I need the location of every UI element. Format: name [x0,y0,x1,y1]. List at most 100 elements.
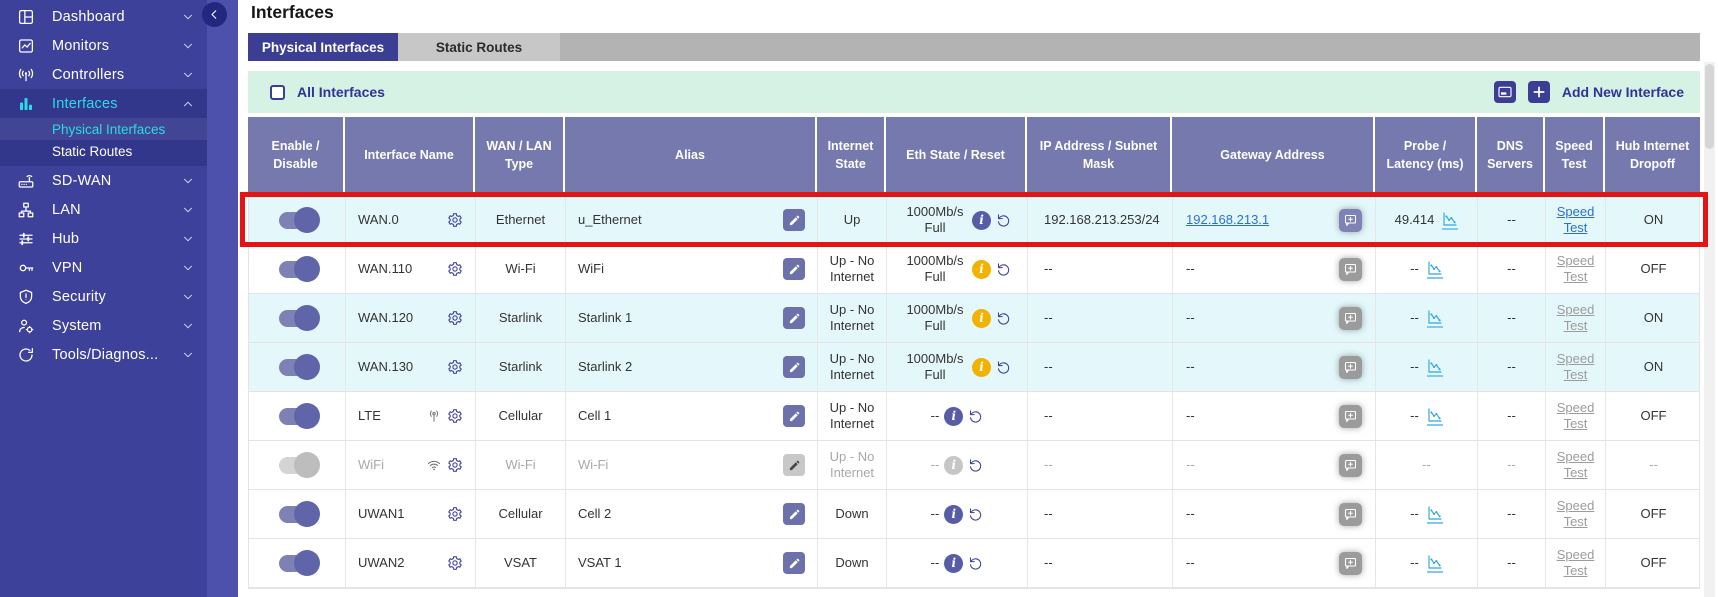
speed-test-link[interactable]: Speed Test [1552,302,1599,335]
gear-icon[interactable] [447,212,463,228]
dashboard-icon [14,8,38,26]
sidebar-item-controllers[interactable]: Controllers [0,60,207,89]
plus-icon[interactable] [1528,81,1550,103]
enable-toggle[interactable] [279,212,316,229]
reset-icon[interactable] [968,458,983,473]
scrollbar-thumb[interactable] [1705,64,1714,149]
interface-name: WAN.0 [358,212,399,228]
reset-icon[interactable] [996,311,1011,326]
ping-tool-icon[interactable] [1339,209,1362,232]
internet-state: Up - No Internet [818,441,887,489]
edit-icon[interactable] [783,307,805,329]
info-icon[interactable]: i [972,211,991,230]
add-new-interface-button[interactable]: Add New Interface [1562,84,1684,100]
hub-internet-dropoff: OFF [1606,539,1701,587]
latency-value: -- [1410,310,1419,326]
reset-icon[interactable] [968,507,983,522]
edit-icon[interactable] [783,356,805,378]
ip-address: -- [1028,539,1173,587]
dns-servers: -- [1478,196,1546,244]
info-icon[interactable]: i [944,505,963,524]
info-icon[interactable]: i [944,456,963,475]
edit-icon[interactable] [783,405,805,427]
sidebar-item-monitors[interactable]: Monitors [0,31,207,60]
edit-icon[interactable] [783,258,805,280]
tab-static-routes[interactable]: Static Routes [398,33,560,61]
interface-name: UWAN1 [358,506,404,522]
sidebar-item-system[interactable]: System [0,311,207,340]
sidebar-item-sd-wan[interactable]: SD-WAN [0,166,207,195]
speed-test-link[interactable]: Speed Test [1552,498,1599,531]
speed-test-link[interactable]: Speed Test [1552,204,1599,237]
all-interfaces-toggle: All Interfaces [270,84,385,100]
reset-icon[interactable] [996,262,1011,277]
window-view-icon[interactable] [1494,81,1516,103]
latency-chart-icon[interactable] [1442,211,1458,230]
sidebar-item-interfaces[interactable]: Interfaces [0,89,207,118]
latency-chart-icon[interactable] [1427,260,1443,279]
gear-icon[interactable] [447,310,463,326]
latency-chart-icon[interactable] [1427,554,1443,573]
info-icon[interactable]: i [944,554,963,573]
dns-servers: -- [1478,294,1546,342]
latency-chart-icon[interactable] [1427,358,1443,377]
gear-icon[interactable] [447,261,463,277]
sidebar-item-static-routes[interactable]: Static Routes [0,140,207,162]
warning-info-icon[interactable]: i [972,358,991,377]
speed-test-link[interactable]: Speed Test [1552,253,1599,286]
col-header-hub-dropoff: Hub Internet Dropoff [1605,117,1700,194]
sidebar-item-security[interactable]: Security [0,282,207,311]
reset-icon[interactable] [996,213,1011,228]
enable-toggle[interactable] [279,310,316,327]
reset-icon[interactable] [996,360,1011,375]
gear-icon[interactable] [447,408,463,424]
reset-icon[interactable] [968,556,983,571]
ping-tool-icon[interactable] [1339,552,1362,575]
gateway-link[interactable]: 192.168.213.1 [1186,212,1269,228]
latency-chart-icon[interactable] [1427,407,1443,426]
back-button[interactable] [202,2,227,27]
ping-tool-icon[interactable] [1339,307,1362,330]
hub-internet-dropoff: OFF [1606,245,1701,293]
enable-toggle[interactable] [279,555,316,572]
latency-chart-icon[interactable] [1427,309,1443,328]
enable-toggle[interactable] [279,408,316,425]
ping-tool-icon[interactable] [1339,258,1362,281]
edit-icon[interactable] [783,454,805,476]
warning-info-icon[interactable]: i [972,309,991,328]
enable-toggle[interactable] [279,457,316,474]
ping-tool-icon[interactable] [1339,503,1362,526]
reset-icon[interactable] [968,409,983,424]
speed-test-link[interactable]: Speed Test [1552,351,1599,384]
eth-state: 1000Mb/s Full [903,302,967,335]
edit-icon[interactable] [783,552,805,574]
ping-tool-icon[interactable] [1339,356,1362,379]
all-interfaces-checkbox[interactable] [270,85,285,100]
gear-icon[interactable] [447,506,463,522]
edit-icon[interactable] [783,503,805,525]
sidebar-item-vpn[interactable]: VPN [0,253,207,282]
enable-toggle[interactable] [279,506,316,523]
gear-icon[interactable] [447,555,463,571]
gear-icon[interactable] [447,457,463,473]
gear-icon[interactable] [447,359,463,375]
speed-test-link[interactable]: Speed Test [1552,449,1599,482]
ping-tool-icon[interactable] [1339,405,1362,428]
enable-toggle[interactable] [279,359,316,376]
enable-toggle[interactable] [279,261,316,278]
info-icon[interactable]: i [944,407,963,426]
sidebar-item-hub[interactable]: Hub [0,224,207,253]
sidebar-item-dashboard[interactable]: Dashboard [0,2,207,31]
warning-info-icon[interactable]: i [972,260,991,279]
speed-test-link[interactable]: Speed Test [1552,547,1599,580]
edit-icon[interactable] [783,209,805,231]
vertical-scrollbar[interactable] [1704,62,1715,597]
chevron-down-icon [181,348,195,362]
tab-physical-interfaces[interactable]: Physical Interfaces [248,33,398,61]
speed-test-link[interactable]: Speed Test [1552,400,1599,433]
sidebar-item-lan[interactable]: LAN [0,195,207,224]
latency-chart-icon[interactable] [1427,505,1443,524]
sidebar-item-tools-diagnostics[interactable]: Tools/Diagnos... [0,340,207,369]
ping-tool-icon[interactable] [1339,454,1362,477]
sidebar-item-physical-interfaces[interactable]: Physical Interfaces [0,118,207,140]
